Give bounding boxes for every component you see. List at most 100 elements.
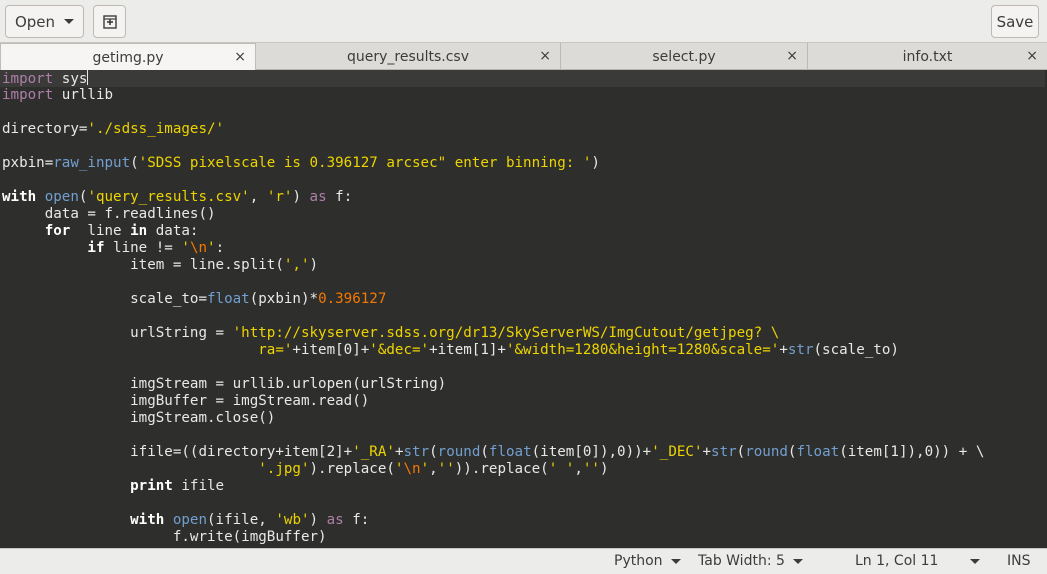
code-token: 'http://skyserver.sdss.org/dr13/SkyServe… (232, 325, 780, 341)
new-document-button[interactable] (93, 5, 126, 38)
tab-getimg[interactable]: getimg.py × (0, 43, 256, 71)
code-token: (pxbin)* (249, 291, 319, 307)
code-token: 'r' (266, 189, 293, 205)
tab-width-selector[interactable]: Tab Width: 5 (698, 553, 803, 569)
code-line: ifile=((directory+item[2]+'_RA'+str(roun… (2, 444, 1045, 461)
code-token: '&dec=' (369, 342, 430, 358)
code-line: '.jpg').replace('\n','')).replace(' ',''… (2, 461, 1045, 478)
code-token: 'SDSS pixelscale is 0.396127 arcsec" ent… (138, 155, 592, 171)
tab-label: query_results.csv (346, 48, 470, 65)
code-token: urlString = (2, 325, 233, 341)
code-line: import urllib (2, 87, 1045, 104)
code-token: , (574, 461, 583, 477)
code-token: : (215, 240, 225, 256)
code-token: 'query_results.csv' (87, 189, 250, 205)
close-icon[interactable]: × (539, 48, 551, 64)
tab-select[interactable]: select.py × (561, 43, 808, 70)
code-token: \n (403, 461, 421, 477)
code-line: imgStream.close() (2, 410, 1045, 427)
code-token: ( (429, 444, 438, 460)
code-token: ) (309, 257, 319, 273)
open-button[interactable]: Open (5, 5, 84, 38)
close-icon[interactable]: × (234, 49, 246, 65)
code-token: data = f.readlines() (2, 206, 216, 222)
code-line: if line != '\n': (2, 240, 1045, 257)
code-token: 0.396127 (318, 291, 387, 307)
code-token: +item[0]+ (292, 342, 370, 358)
code-token: ( (480, 444, 489, 460)
code-text[interactable]: import sys import urllib directory='./sdss… (0, 70, 1045, 546)
code-token: f: (352, 512, 370, 528)
code-line: directory='./sdss_images/' (2, 121, 1045, 138)
code-token: round (437, 444, 481, 460)
code-token: round (745, 444, 788, 460)
code-token: '' (437, 461, 455, 477)
code-token: str (403, 444, 430, 460)
cursor-position-selector[interactable]: Ln 1, Col 11 (855, 553, 981, 569)
code-token: open (44, 189, 79, 205)
code-token: '.jpg' (258, 461, 310, 477)
chevron-down-icon (970, 558, 981, 564)
code-token: '_RA' (352, 444, 395, 460)
code-line: with open('query_results.csv', 'r') as f… (2, 189, 1045, 206)
code-token: in (130, 223, 156, 239)
code-token: with (2, 189, 45, 205)
header-bar: Open Save (0, 0, 1047, 43)
code-token: if (87, 240, 114, 256)
code-token: + (702, 444, 712, 460)
code-line: print ifile (2, 478, 1045, 495)
code-token: ( (736, 444, 746, 460)
save-button[interactable]: Save (991, 5, 1039, 38)
code-line: with open(ifile, 'wb') as f: (2, 512, 1045, 529)
tab-width-label: Tab Width: 5 (698, 553, 785, 569)
code-token: '&width=1280&height=1280&scale=' (505, 342, 780, 358)
code-token: float (488, 444, 532, 460)
code-token: './sdss_images/' (87, 121, 225, 137)
code-editor[interactable]: import sys import urllib directory='./sdss… (0, 70, 1047, 548)
code-token: '_DEC' (651, 444, 703, 460)
code-token: data: (155, 223, 199, 239)
code-token: str (711, 444, 737, 460)
code-token: print (130, 478, 182, 494)
status-bar: Python Tab Width: 5 Ln 1, Col 11 INS (0, 548, 1047, 574)
code-line: urlString = 'http://skyserver.sdss.org/d… (2, 325, 1045, 342)
language-label: Python (614, 553, 663, 569)
code-line: imgBuffer = imgStream.read() (2, 393, 1045, 410)
code-token: \n (189, 240, 208, 256)
code-token: pxbin= (2, 155, 54, 171)
code-token: ) (591, 155, 600, 171)
code-token: '' (582, 461, 600, 477)
language-selector[interactable]: Python (614, 553, 681, 569)
tab-info[interactable]: info.txt × (808, 43, 1047, 70)
code-token: urllib (61, 87, 114, 103)
code-token: ' (181, 240, 190, 256)
tab-label: info.txt (902, 48, 953, 65)
close-icon[interactable]: × (1026, 48, 1038, 64)
cursor-position-label: Ln 1, Col 11 (855, 553, 939, 569)
tab-label: select.py (652, 48, 716, 65)
code-token: (item[0]),0))+ (531, 444, 652, 460)
code-line: f.write(imgBuffer) (2, 529, 1045, 546)
code-token: import (2, 71, 62, 87)
code-token: ) (292, 189, 310, 205)
close-icon[interactable]: × (786, 48, 798, 64)
text-cursor (87, 70, 89, 85)
code-token: ' (420, 461, 430, 477)
tab-query-results[interactable]: query_results.csv × (256, 43, 561, 70)
insert-mode-label: INS (1007, 553, 1031, 569)
code-token: scale_to= (2, 291, 207, 307)
code-token: .replace( (471, 461, 549, 477)
code-token: (item[1]),0)) + \ (839, 444, 985, 460)
code-token: imgBuffer = imgStream.read() (2, 393, 370, 409)
code-token: ( (130, 155, 139, 171)
